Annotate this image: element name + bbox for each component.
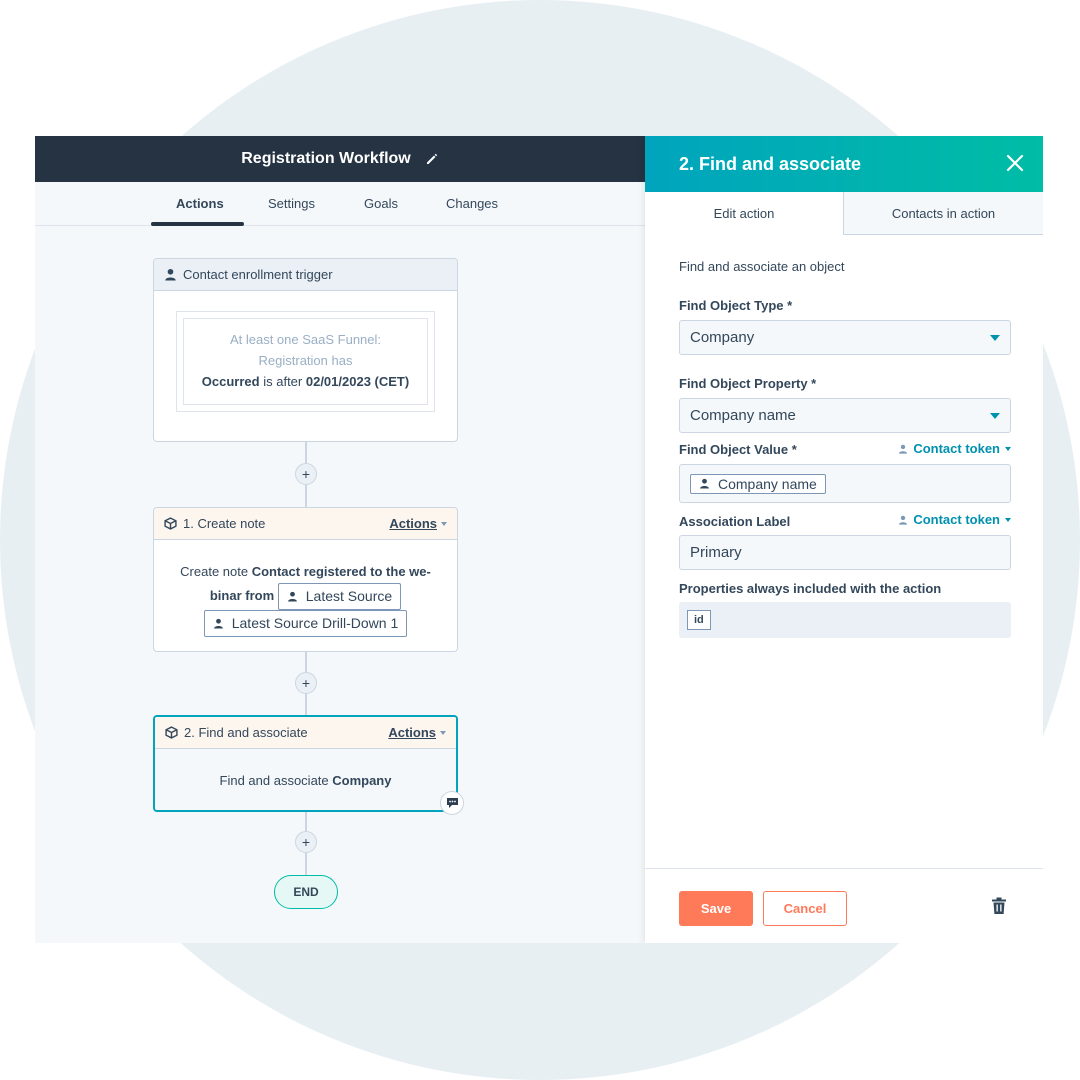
create-note-header: 1. Create note Actions [154,508,457,540]
contact-icon [899,515,908,525]
object-type-select[interactable]: Company [679,320,1011,355]
add-action-button[interactable]: + [295,672,317,694]
contact-icon [213,618,223,629]
workflow-tabs: Actions Settings Goals Changes [35,182,645,226]
comment-icon [446,798,458,808]
panel-footer: Save Cancel [645,868,1043,943]
workflow-canvas: Contact enrollment trigger At least one … [35,227,645,943]
save-button[interactable]: Save [679,891,753,926]
trigger-card-header: Contact enrollment trigger [154,259,457,291]
tab-edit-action[interactable]: Edit action [645,192,844,235]
chevron-down-icon [990,412,1000,419]
add-action-button[interactable]: + [295,463,317,485]
chevron-down-icon [440,730,446,735]
find-associate-title: 2. Find and associate [184,725,308,740]
cube-icon [165,726,178,739]
trigger-title: Contact enrollment trigger [183,267,333,282]
chevron-down-icon [990,334,1000,341]
actions-menu-label: Actions [388,725,436,740]
create-note-actions-menu[interactable]: Actions [389,516,447,531]
object-type-value: Company [690,329,755,346]
tab-changes[interactable]: Changes [446,196,498,211]
object-value-field[interactable]: Company name [679,464,1011,503]
pencil-icon[interactable] [425,152,439,166]
find-associate-actions-menu[interactable]: Actions [388,725,446,740]
chevron-down-icon [441,521,447,526]
trigger-filter: At least one SaaS Funnel: Registration h… [183,318,428,405]
trigger-occurred: Occurred [201,374,260,389]
contact-token-menu[interactable]: Contact token [898,441,1011,456]
close-icon[interactable] [1005,153,1025,173]
cube-icon [164,517,177,530]
object-property-label: Find Object Property * [679,376,817,391]
association-value: Primary [690,544,742,561]
object-property-value: Company name [690,407,796,424]
tab-contacts-in-action[interactable]: Contacts in action [844,192,1043,235]
trigger-condition-text: At least one SaaS Funnel: Registration h… [229,332,382,368]
trigger-filter-box: At least one SaaS Funnel: Registration h… [176,311,435,412]
create-note-body: Create note Contact registered to the we… [154,540,457,651]
contact-icon [700,478,709,489]
object-property-select[interactable]: Company name [679,398,1011,433]
chevron-down-icon [1005,517,1011,522]
company-name-token[interactable]: Company name [690,473,826,494]
properties-label: Properties always included with the acti… [679,581,942,596]
token-label: Latest Source [305,588,393,604]
create-note-title: 1. Create note [183,516,266,531]
contact-token-label: Contact token [913,441,1000,456]
trigger-date: 02/01/2023 (CET) [305,374,410,389]
contact-icon [165,268,176,281]
tab-actions[interactable]: Actions [176,196,224,211]
token-label: Company name [718,475,817,492]
enrollment-trigger-card[interactable]: Contact enrollment trigger At least one … [153,258,458,442]
action-side-panel: 2. Find and associate Edit action Contac… [645,136,1043,943]
contact-token-menu[interactable]: Contact token [898,512,1011,527]
association-label-input[interactable]: Primary [679,535,1011,570]
contact-icon [899,444,908,454]
tab-settings[interactable]: Settings [268,196,315,211]
association-label-title: Association Label [679,514,791,529]
panel-title: 2. Find and associate [679,153,862,174]
property-chip-id: id [687,610,711,630]
workflow-title: Registration Workflow [241,150,411,167]
end-node: END [274,875,338,909]
find-associate-header: 2. Find and associate Actions [155,717,456,749]
find-prefix: Find and associate [219,772,333,788]
create-note-card[interactable]: 1. Create note Actions Create note Conta… [153,507,458,652]
add-action-button[interactable]: + [295,831,317,853]
actions-menu-label: Actions [389,516,437,531]
token-label: Latest Source Drill-Down 1 [231,615,399,631]
chevron-down-icon [1005,446,1011,451]
workflow-window: Registration Workflow Actions Settings G… [35,136,1043,943]
tab-goals[interactable]: Goals [364,196,398,211]
panel-header: 2. Find and associate [645,136,1043,192]
included-properties-box: id [679,602,1011,638]
trigger-condition-detail: Occurred is after 02/01/2023 (CET) [194,371,417,392]
note-prefix: Create note [180,564,252,579]
workflow-header: Registration Workflow [35,136,645,182]
latest-source-drilldown-token: Latest Source Drill-Down 1 [203,610,408,637]
trigger-is-after: is after [259,374,306,389]
contact-token-label: Contact token [913,512,1000,527]
find-object: Company [332,772,392,788]
find-associate-card[interactable]: 2. Find and associate Actions Find and a… [153,715,458,812]
comment-button[interactable] [440,791,464,815]
panel-intro: Find and associate an object [679,259,845,274]
latest-source-token: Latest Source [277,583,402,610]
contact-icon [287,591,297,602]
find-associate-body: Find and associate Company [155,749,456,810]
object-type-label: Find Object Type * [679,298,793,313]
trash-icon[interactable] [991,897,1007,915]
object-value-label: Find Object Value * [679,442,797,457]
cancel-button[interactable]: Cancel [763,891,847,926]
panel-tabs: Edit action Contacts in action [645,192,1043,235]
active-tab-indicator [151,222,244,226]
